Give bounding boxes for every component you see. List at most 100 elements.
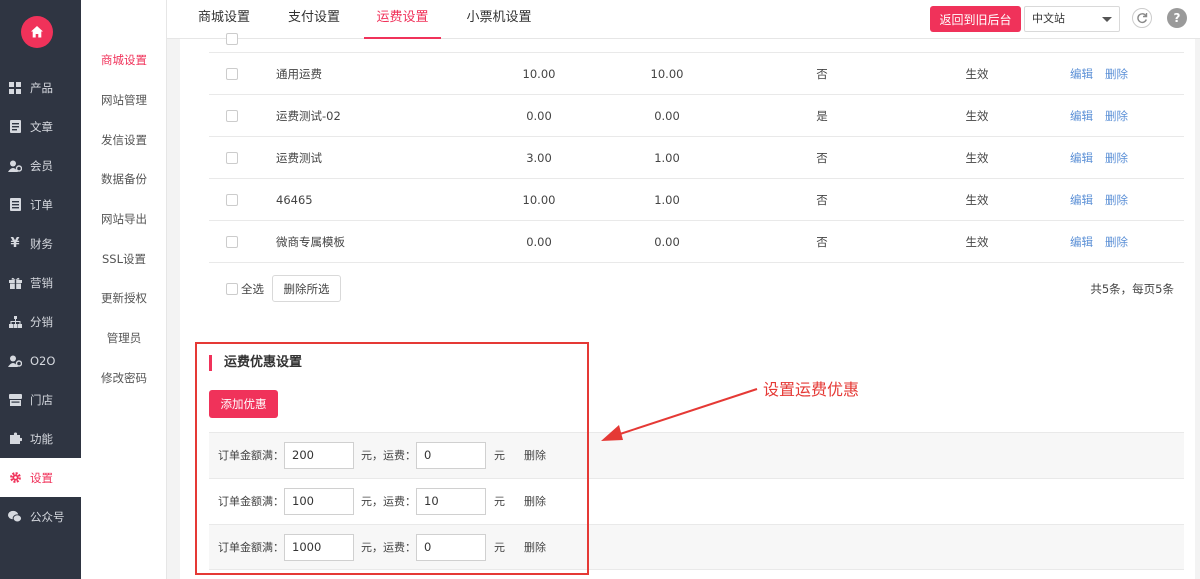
- o2o-icon: [8, 354, 22, 368]
- status-value: 生效: [965, 67, 989, 81]
- select-all-label[interactable]: 全选: [241, 277, 264, 301]
- value-2: 0.00: [654, 235, 680, 249]
- sidebar-item-label: 门店: [30, 392, 53, 407]
- sidebar-item-finance[interactable]: ¥ 财务: [0, 224, 81, 263]
- sidebar-item-label: 订单: [30, 197, 53, 212]
- flag-value: 否: [816, 67, 828, 81]
- flag-value: 否: [816, 151, 828, 165]
- pagination-info: 共5条，每页5条: [1090, 282, 1174, 296]
- status-value: 生效: [965, 109, 989, 123]
- table-row: 通用运费 10.00 10.00 否 生效 编辑 删除: [209, 53, 1184, 95]
- help-button[interactable]: ?: [1167, 8, 1187, 28]
- delete-link[interactable]: 删除: [1105, 53, 1128, 95]
- delete-link[interactable]: 删除: [1105, 179, 1128, 221]
- sidebar-item-members[interactable]: 会员: [0, 146, 81, 185]
- top-tab-bar: 商城设置 支付设置 运费设置 小票机设置 返回到旧后台 中文站 ?: [167, 0, 1200, 39]
- home-logo[interactable]: [21, 16, 53, 48]
- document-icon: [8, 120, 22, 134]
- template-name: 微商专属模板: [276, 235, 345, 249]
- row-checkbox[interactable]: [226, 110, 238, 122]
- table-row: 微商专属模板 0.00 0.00 否 生效 编辑 删除: [209, 221, 1184, 263]
- row-checkbox[interactable]: [226, 152, 238, 164]
- tab-shipping-settings[interactable]: 运费设置: [364, 0, 441, 39]
- table-header-row: [209, 33, 1184, 53]
- edit-link[interactable]: 编辑: [1070, 95, 1093, 137]
- sidebar-item-label: 会员: [30, 158, 53, 173]
- sidebar-item-settings[interactable]: 设置: [0, 458, 81, 497]
- sidebar-item-distribution[interactable]: 分销: [0, 302, 81, 341]
- sidebar-item-o2o[interactable]: O2O: [0, 341, 81, 380]
- tab-payment-settings[interactable]: 支付设置: [279, 0, 349, 39]
- tab-mall-settings[interactable]: 商城设置: [189, 0, 259, 39]
- users-icon: [8, 159, 22, 173]
- back-to-old-admin-button[interactable]: 返回到旧后台: [930, 6, 1021, 32]
- table-row: 运费测试-02 0.00 0.00 是 生效 编辑 删除: [209, 95, 1184, 137]
- submenu-item-site-management[interactable]: 网站管理: [81, 92, 167, 108]
- tab-receipt-printer-settings[interactable]: 小票机设置: [459, 0, 539, 39]
- table-row: 46465 10.00 1.00 否 生效 编辑 删除: [209, 179, 1184, 221]
- value-2: 1.00: [654, 151, 680, 165]
- sidebar-item-wechat[interactable]: 公众号: [0, 497, 81, 536]
- submenu-item-data-backup[interactable]: 数据备份: [81, 171, 167, 187]
- sidebar-item-features[interactable]: 功能: [0, 419, 81, 458]
- submenu-item-administrators[interactable]: 管理员: [81, 330, 167, 346]
- submenu-item-site-export[interactable]: 网站导出: [81, 211, 167, 227]
- submenu-item-ssl-settings[interactable]: SSL设置: [81, 251, 167, 267]
- annotation-arrow-icon: [601, 388, 758, 441]
- sidebar-item-label: 文章: [30, 119, 53, 134]
- refresh-button[interactable]: [1132, 8, 1152, 28]
- sidebar-item-label: 公众号: [30, 509, 65, 524]
- header-checkbox[interactable]: [226, 33, 238, 45]
- value-1: 10.00: [522, 193, 556, 207]
- puzzle-icon: [8, 432, 22, 446]
- table-row: 运费测试 3.00 1.00 否 生效 编辑 删除: [209, 137, 1184, 179]
- refresh-icon: [1137, 13, 1148, 24]
- home-icon: [31, 26, 43, 38]
- yen-icon: ¥: [10, 236, 20, 251]
- row-checkbox[interactable]: [226, 236, 238, 248]
- status-value: 生效: [965, 193, 989, 207]
- gear-icon: [8, 471, 22, 485]
- select-all-checkbox[interactable]: [226, 283, 238, 295]
- value-2: 1.00: [654, 193, 680, 207]
- site-language-select[interactable]: 中文站: [1024, 6, 1120, 32]
- delete-selected-button[interactable]: 删除所选: [272, 275, 341, 302]
- delete-link[interactable]: 删除: [1105, 221, 1128, 263]
- flag-value: 是: [816, 109, 828, 123]
- value-1: 0.00: [526, 109, 552, 123]
- template-name: 运费测试-02: [276, 109, 341, 123]
- sidebar-item-marketing[interactable]: 营销: [0, 263, 81, 302]
- wechat-icon: [8, 510, 22, 524]
- edit-link[interactable]: 编辑: [1070, 221, 1093, 263]
- status-value: 生效: [965, 235, 989, 249]
- submenu-item-mail-settings[interactable]: 发信设置: [81, 132, 167, 148]
- sidebar-item-label: 功能: [30, 431, 53, 446]
- value-1: 3.00: [526, 151, 552, 165]
- submenu-item-mall-settings[interactable]: 商城设置: [81, 52, 167, 68]
- sidebar-item-orders[interactable]: 订单: [0, 185, 81, 224]
- sidebar-item-articles[interactable]: 文章: [0, 107, 81, 146]
- template-name: 运费测试: [276, 151, 322, 165]
- edit-link[interactable]: 编辑: [1070, 53, 1093, 95]
- main-sidebar: 产品 文章 会员 订单 ¥ 财务 营销 分销 O2O 门店 功能 设置 公众号: [0, 0, 81, 579]
- annotation-highlight-box: [195, 342, 589, 575]
- delete-link[interactable]: 删除: [1105, 137, 1128, 179]
- site-select-value: 中文站: [1032, 12, 1065, 25]
- row-checkbox[interactable]: [226, 194, 238, 206]
- edit-link[interactable]: 编辑: [1070, 179, 1093, 221]
- submenu-item-change-password[interactable]: 修改密码: [81, 370, 167, 386]
- flag-value: 否: [816, 235, 828, 249]
- store-icon: [8, 393, 22, 407]
- settings-submenu: 商城设置 网站管理 发信设置 数据备份 网站导出 SSL设置 更新授权 管理员 …: [81, 0, 167, 579]
- grid-icon: [8, 81, 22, 95]
- edit-link[interactable]: 编辑: [1070, 137, 1093, 179]
- sidebar-item-products[interactable]: 产品: [0, 68, 81, 107]
- sitemap-icon: [8, 315, 22, 329]
- flag-value: 否: [816, 193, 828, 207]
- sidebar-item-label: 财务: [30, 236, 53, 251]
- value-1: 0.00: [526, 235, 552, 249]
- delete-link[interactable]: 删除: [1105, 95, 1128, 137]
- row-checkbox[interactable]: [226, 68, 238, 80]
- sidebar-item-stores[interactable]: 门店: [0, 380, 81, 419]
- submenu-item-license-update[interactable]: 更新授权: [81, 290, 167, 306]
